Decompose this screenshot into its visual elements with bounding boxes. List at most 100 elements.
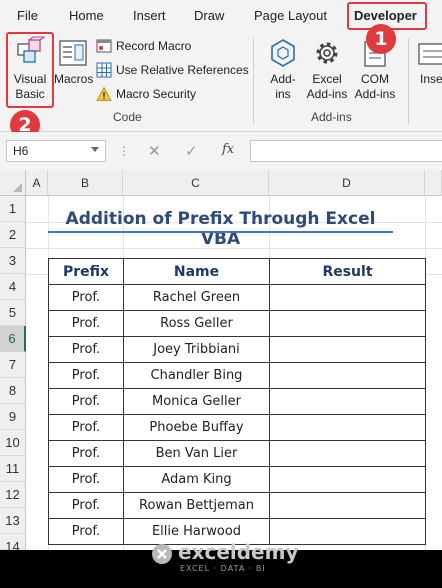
insert-control-button[interactable]: Inse bbox=[414, 34, 442, 106]
name-cell[interactable]: Ben Van Lier bbox=[123, 440, 270, 467]
prefix-cell[interactable]: Prof. bbox=[48, 440, 124, 467]
prefix-cell[interactable]: Prof. bbox=[48, 466, 124, 493]
table-row: Prof. Chandler Bing bbox=[48, 362, 426, 389]
table-row: Prof. Rachel Green bbox=[48, 284, 426, 311]
header-name[interactable]: Name bbox=[123, 258, 270, 285]
com-addins-label-1: COM bbox=[361, 72, 389, 86]
worksheet-grid[interactable]: A B C D 1 2 3 4 5 6 7 8 9 10 11 12 13 14… bbox=[0, 170, 442, 554]
row-header[interactable]: 5 bbox=[0, 300, 26, 326]
prefix-table: Prefix Name Result Prof. Rachel Green Pr… bbox=[48, 258, 426, 545]
row-header[interactable]: 2 bbox=[0, 222, 26, 248]
tab-home[interactable]: Home bbox=[69, 8, 104, 23]
select-all-corner[interactable] bbox=[0, 170, 26, 196]
insert-function-icon[interactable]: fx bbox=[222, 142, 234, 157]
relative-references-button[interactable]: Use Relative References bbox=[96, 60, 249, 80]
insert-controls-icon bbox=[418, 43, 442, 65]
callout-badge-1: 1 bbox=[366, 24, 396, 54]
column-header-d[interactable]: D bbox=[269, 170, 425, 196]
confirm-check-icon[interactable]: ✓ bbox=[185, 142, 198, 160]
watermark: exceldemy EXCEL · DATA · BI bbox=[150, 540, 300, 580]
watermark-name: exceldemy bbox=[178, 540, 299, 564]
column-header-e[interactable] bbox=[425, 170, 442, 196]
result-cell[interactable] bbox=[269, 414, 426, 441]
name-cell[interactable]: Rowan Bettjeman bbox=[123, 492, 270, 519]
prefix-cell[interactable]: Prof. bbox=[48, 336, 124, 363]
title-underline bbox=[48, 231, 393, 233]
macros-button[interactable]: Macros bbox=[54, 34, 94, 106]
name-cell[interactable]: Chandler Bing bbox=[123, 362, 270, 389]
prefix-cell[interactable]: Prof. bbox=[48, 362, 124, 389]
name-cell[interactable]: Joey Tribbiani bbox=[123, 336, 270, 363]
row-header[interactable]: 1 bbox=[0, 196, 26, 222]
tab-draw[interactable]: Draw bbox=[194, 8, 224, 23]
formula-bar: H6 ⋮ ✕ ✓ fx bbox=[0, 132, 442, 170]
header-result[interactable]: Result bbox=[269, 258, 426, 285]
row-header[interactable]: 9 bbox=[0, 404, 26, 430]
macro-security-button[interactable]: Macro Security bbox=[96, 84, 196, 104]
relative-references-label: Use Relative References bbox=[116, 63, 249, 77]
sheet-title: Addition of Prefix Through Excel VBA bbox=[65, 209, 376, 249]
name-cell[interactable]: Rachel Green bbox=[123, 284, 270, 311]
result-cell[interactable] bbox=[269, 440, 426, 467]
prefix-cell[interactable]: Prof. bbox=[48, 414, 124, 441]
excel-addins-label-1: Excel bbox=[312, 72, 342, 86]
record-macro-icon bbox=[96, 39, 112, 53]
row-header-selected[interactable]: 6 bbox=[0, 326, 26, 352]
table-row: Prof. Phoebe Buffay bbox=[48, 414, 426, 441]
row-header[interactable]: 4 bbox=[0, 274, 26, 300]
select-all-triangle-icon bbox=[13, 183, 22, 192]
addins-group-label: Add-ins bbox=[311, 110, 352, 124]
relative-references-icon bbox=[96, 62, 112, 78]
name-cell[interactable]: Monica Geller bbox=[123, 388, 270, 415]
cancel-icon[interactable]: ✕ bbox=[148, 142, 161, 160]
addins-label-2: ins bbox=[275, 87, 291, 101]
formula-input[interactable] bbox=[250, 140, 442, 162]
name-cell[interactable]: Ross Geller bbox=[123, 310, 270, 337]
result-cell[interactable] bbox=[269, 466, 426, 493]
formula-bar-grip-icon: ⋮ bbox=[118, 144, 130, 158]
excel-addins-label-2: Add-ins bbox=[306, 87, 348, 101]
name-cell[interactable]: Adam King bbox=[123, 466, 270, 493]
result-cell[interactable] bbox=[269, 310, 426, 337]
prefix-cell[interactable]: Prof. bbox=[48, 310, 124, 337]
prefix-cell[interactable]: Prof. bbox=[48, 284, 124, 311]
column-header-b[interactable]: B bbox=[48, 170, 123, 196]
macro-security-label: Macro Security bbox=[116, 87, 197, 101]
tab-page-layout[interactable]: Page Layout bbox=[254, 8, 327, 23]
row-header[interactable]: 14 bbox=[0, 534, 26, 554]
row-header[interactable]: 8 bbox=[0, 378, 26, 404]
column-header-c[interactable]: C bbox=[123, 170, 269, 196]
tab-file[interactable]: File bbox=[17, 8, 38, 23]
table-row: Prof. Monica Geller bbox=[48, 388, 426, 415]
row-header[interactable]: 3 bbox=[0, 248, 26, 274]
com-addins-label-2: Add-ins bbox=[354, 87, 396, 101]
excel-addins-button[interactable]: Excel Add-ins bbox=[304, 34, 350, 106]
group-separator bbox=[253, 38, 254, 124]
table-row: Prof. Joey Tribbiani bbox=[48, 336, 426, 363]
row-header[interactable]: 10 bbox=[0, 430, 26, 456]
name-box[interactable]: H6 bbox=[6, 140, 106, 162]
prefix-cell[interactable]: Prof. bbox=[48, 492, 124, 519]
row-header[interactable]: 11 bbox=[0, 456, 26, 482]
prefix-cell[interactable]: Prof. bbox=[48, 388, 124, 415]
row-header[interactable]: 12 bbox=[0, 482, 26, 508]
row-header[interactable]: 13 bbox=[0, 508, 26, 534]
addins-button[interactable]: Add- ins bbox=[264, 34, 302, 106]
column-header-a[interactable]: A bbox=[26, 170, 48, 196]
result-cell[interactable] bbox=[269, 492, 426, 519]
tab-insert[interactable]: Insert bbox=[133, 8, 166, 23]
ribbon: Visual Basic Macros Record Macro Use Rel… bbox=[0, 24, 442, 140]
warning-icon bbox=[96, 86, 112, 101]
result-cell[interactable] bbox=[269, 362, 426, 389]
header-prefix[interactable]: Prefix bbox=[48, 258, 124, 285]
row-header[interactable]: 7 bbox=[0, 352, 26, 378]
result-cell[interactable] bbox=[269, 388, 426, 415]
prefix-cell[interactable]: Prof. bbox=[48, 518, 124, 545]
result-cell[interactable] bbox=[269, 336, 426, 363]
chevron-down-icon[interactable] bbox=[91, 147, 99, 152]
watermark-tagline: EXCEL · DATA · BI bbox=[180, 564, 266, 573]
result-cell[interactable] bbox=[269, 284, 426, 311]
name-cell[interactable]: Phoebe Buffay bbox=[123, 414, 270, 441]
record-macro-button[interactable]: Record Macro bbox=[96, 36, 191, 56]
macros-label: Macros bbox=[54, 72, 94, 86]
